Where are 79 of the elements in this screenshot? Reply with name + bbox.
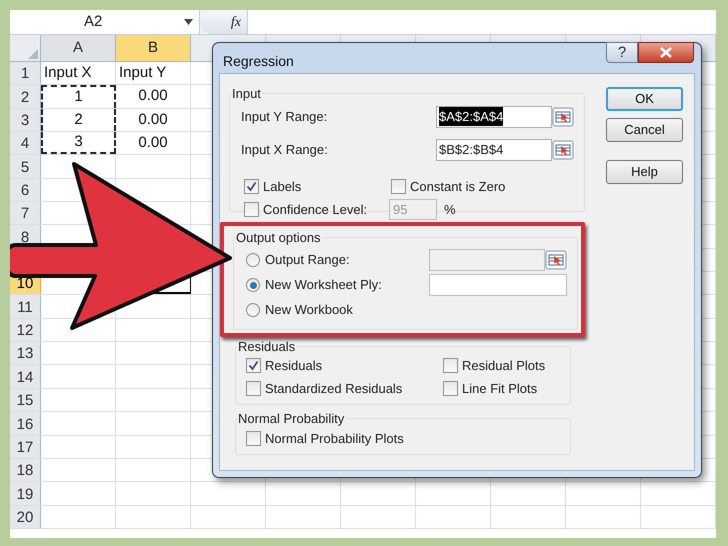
window-title: Regression bbox=[223, 52, 294, 71]
row-header[interactable]: 20 bbox=[10, 506, 41, 528]
row-header[interactable]: 6 bbox=[10, 178, 41, 202]
row-header[interactable]: 4 bbox=[10, 132, 41, 154]
cell-reference: A2 bbox=[84, 12, 102, 32]
checkbox[interactable] bbox=[246, 358, 261, 374]
checkbox-label: Residual Plots bbox=[462, 357, 546, 375]
help-title-button[interactable]: ? bbox=[606, 42, 638, 63]
group-title: Normal Probability bbox=[237, 410, 346, 428]
close-button[interactable] bbox=[638, 42, 694, 63]
checkbox[interactable] bbox=[246, 430, 261, 446]
dialog-button[interactable]: Cancel bbox=[606, 118, 683, 142]
group-title: Input bbox=[231, 85, 262, 103]
column-header[interactable]: B bbox=[116, 35, 191, 61]
checkbox-label: Normal Probability Plots bbox=[265, 430, 404, 448]
field-value: 95 bbox=[393, 200, 408, 219]
range-field[interactable]: $B$2:$B$4 bbox=[436, 138, 552, 160]
check-icon bbox=[248, 360, 259, 372]
field-label: Input X Range: bbox=[241, 140, 328, 159]
name-box[interactable]: A2 bbox=[10, 10, 200, 34]
select-all-icon[interactable] bbox=[28, 49, 38, 59]
row-header[interactable]: 5 bbox=[10, 155, 41, 178]
checkbox-label: Labels bbox=[263, 178, 302, 196]
checkbox[interactable] bbox=[391, 178, 406, 194]
insert-function-button[interactable]: fx bbox=[230, 12, 241, 32]
formula-field[interactable] bbox=[248, 10, 716, 34]
dialog-button[interactable]: OK bbox=[606, 87, 683, 111]
column-header[interactable]: A bbox=[41, 35, 116, 61]
close-icon bbox=[660, 47, 672, 58]
group-title: Output options bbox=[235, 229, 322, 247]
field-value: $B$2:$B$4 bbox=[439, 140, 504, 159]
row-header[interactable]: 13 bbox=[10, 342, 41, 364]
sheet-cell[interactable]: 0.00 bbox=[116, 85, 191, 108]
sheet-cell[interactable]: Input X bbox=[41, 62, 116, 84]
check-icon bbox=[246, 180, 257, 192]
group-title: Residuals bbox=[237, 338, 296, 356]
range-field[interactable]: $A$2:$A$4 bbox=[436, 106, 552, 128]
checkbox[interactable] bbox=[244, 178, 259, 194]
row-header[interactable]: 17 bbox=[10, 436, 41, 458]
row-header[interactable]: 19 bbox=[10, 482, 41, 505]
radio-button[interactable] bbox=[246, 303, 260, 317]
sheet-cell[interactable]: 0.00 bbox=[116, 132, 191, 154]
dropdown-caret-icon[interactable] bbox=[184, 19, 193, 25]
range-picker-icon[interactable] bbox=[552, 106, 574, 126]
row-header[interactable]: 11 bbox=[10, 295, 41, 318]
sheet-cell[interactable]: 3 bbox=[41, 132, 116, 154]
radio-button[interactable] bbox=[246, 253, 260, 267]
radio-label: Output Range: bbox=[265, 251, 350, 270]
checkbox-label: Constant is Zero bbox=[410, 178, 506, 196]
row-header[interactable]: 3 bbox=[10, 108, 41, 132]
row-header[interactable]: 14 bbox=[10, 365, 41, 388]
sheet-cell[interactable]: 1 bbox=[41, 85, 116, 108]
radio-button[interactable] bbox=[246, 278, 260, 292]
field-label: Input Y Range: bbox=[241, 108, 328, 126]
row-header[interactable]: 16 bbox=[10, 412, 41, 434]
range-picker-icon[interactable] bbox=[545, 250, 567, 270]
radio-label: New Workbook bbox=[265, 301, 353, 320]
row-header[interactable]: 15 bbox=[10, 388, 41, 412]
row-header[interactable]: 12 bbox=[10, 318, 41, 342]
radio-label: New Worksheet Ply: bbox=[265, 276, 382, 294]
sheet-cell[interactable]: 0.00 bbox=[116, 108, 191, 132]
field-value: $A$2:$A$4 bbox=[439, 106, 504, 126]
row-header[interactable]: 7 bbox=[10, 202, 41, 224]
sheet-cell[interactable]: Input Y bbox=[116, 62, 191, 84]
checkbox-label: Standardized Residuals bbox=[265, 380, 402, 398]
output-field[interactable] bbox=[429, 274, 567, 296]
checkbox-label: Confidence Level: bbox=[263, 200, 368, 219]
dialog-button[interactable]: Help bbox=[606, 160, 683, 184]
checkbox-label: Line Fit Plots bbox=[462, 380, 538, 398]
checkbox[interactable] bbox=[443, 380, 458, 396]
range-picker-icon[interactable] bbox=[552, 140, 574, 160]
unit-label: % bbox=[444, 200, 456, 219]
row-header[interactable]: 1 bbox=[10, 62, 41, 84]
checkbox[interactable] bbox=[443, 358, 458, 374]
row-header[interactable]: 2 bbox=[10, 85, 41, 108]
row-header[interactable]: 18 bbox=[10, 458, 41, 482]
checkbox-label: Residuals bbox=[265, 357, 322, 375]
sheet-cell[interactable]: 2 bbox=[41, 108, 116, 132]
checkbox[interactable] bbox=[246, 380, 261, 396]
